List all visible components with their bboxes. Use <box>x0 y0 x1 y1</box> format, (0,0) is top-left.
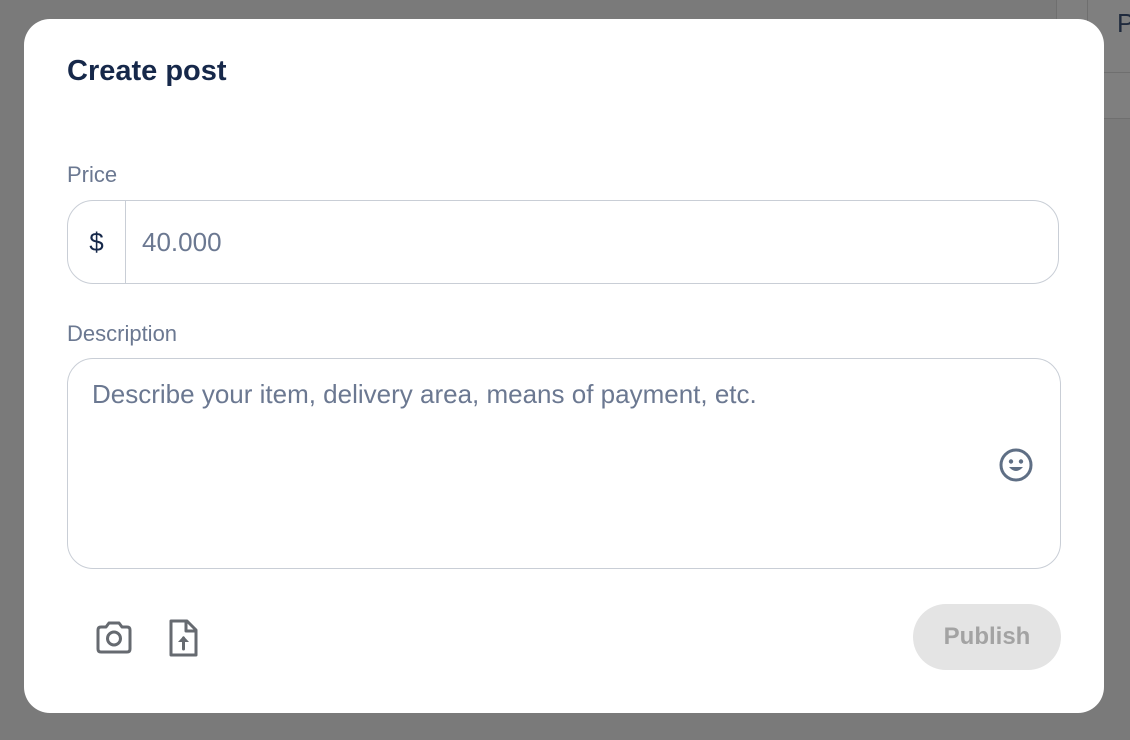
background-partial-text: P <box>1117 8 1130 38</box>
description-input[interactable] <box>92 379 952 549</box>
camera-icon[interactable] <box>93 617 135 659</box>
emoji-icon[interactable] <box>998 447 1034 483</box>
publish-button[interactable]: Publish <box>913 604 1061 670</box>
price-input[interactable] <box>126 201 1058 283</box>
dialog-title: Create post <box>67 55 227 87</box>
price-label: Price <box>67 162 118 187</box>
description-label: Description <box>67 321 178 346</box>
create-post-dialog: Create post Price $ Description <box>24 19 1104 713</box>
price-field: $ <box>67 200 1059 284</box>
currency-symbol: $ <box>68 201 126 283</box>
file-upload-icon[interactable] <box>162 617 204 659</box>
description-field <box>67 358 1061 569</box>
